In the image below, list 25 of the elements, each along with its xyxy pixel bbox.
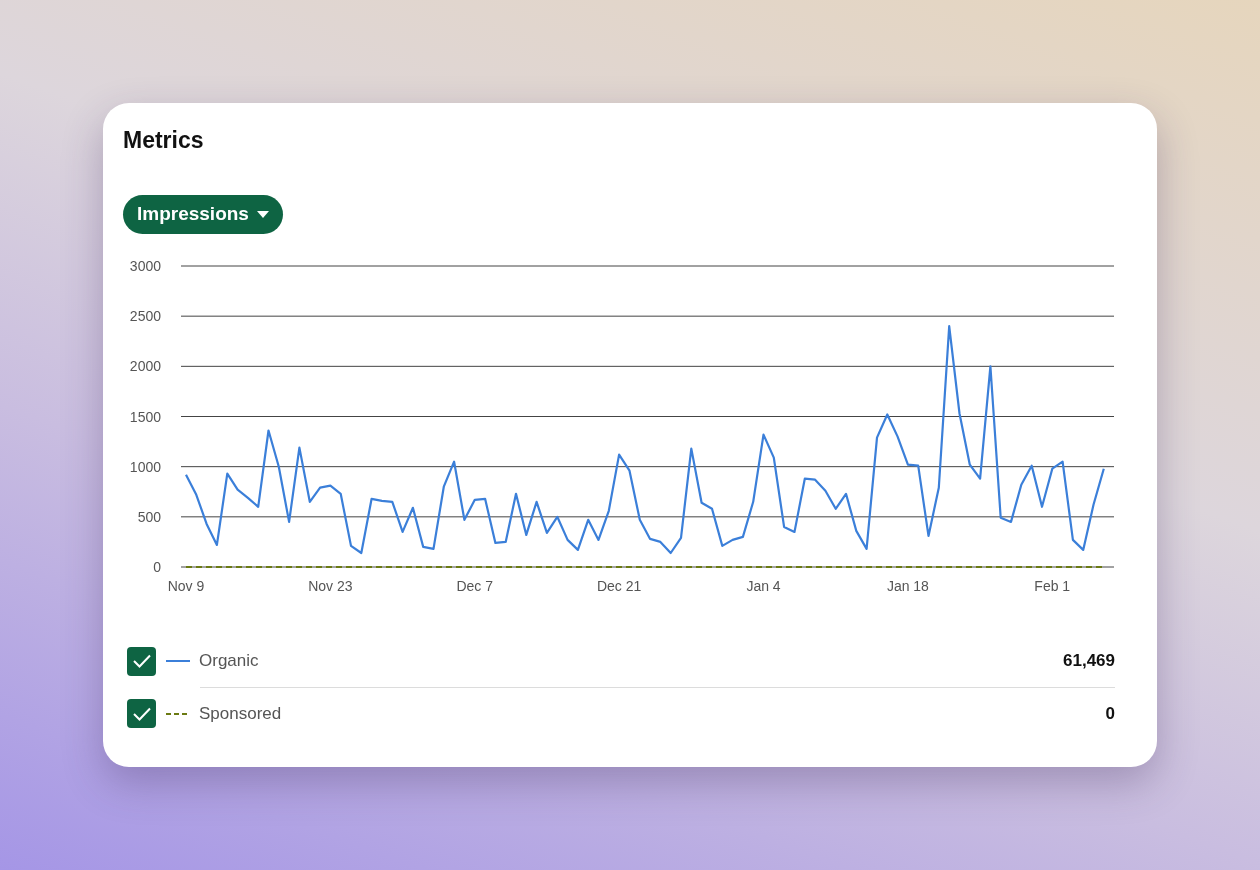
y-axis-label: 2000	[129, 358, 161, 375]
legend-label: Organic	[199, 650, 259, 673]
caret-icon	[256, 211, 269, 218]
legend-total: 61,469	[1063, 650, 1115, 673]
y-axis-label: 2500	[129, 308, 161, 325]
y-axis-label: 0	[153, 559, 161, 575]
y-axis-label: 3000	[129, 258, 161, 274]
x-axis-label: Nov 23	[308, 578, 353, 594]
y-axis-label: 500	[137, 508, 161, 525]
x-axis-label: Jan 18	[886, 578, 929, 594]
checkmark-icon	[132, 706, 151, 721]
y-axis-label: 1500	[129, 408, 161, 425]
x-axis-label: Dec 21	[596, 578, 642, 594]
x-axis-label: Dec 7	[456, 578, 494, 594]
checkmark-icon	[132, 654, 151, 668]
metric-dropdown[interactable]: Impressions	[123, 195, 283, 234]
legend-total: 0	[1105, 702, 1115, 725]
x-axis-label: Nov 9	[167, 578, 205, 594]
y-axis-label: 1000	[129, 458, 161, 475]
checkbox[interactable]	[127, 699, 156, 728]
card-title: Metrics	[123, 126, 205, 155]
legend-label: Sponsored	[199, 702, 282, 725]
x-axis-label: Feb 1	[1034, 578, 1071, 594]
x-axis-label: Jan 4	[746, 578, 781, 594]
checkbox[interactable]	[127, 646, 156, 676]
